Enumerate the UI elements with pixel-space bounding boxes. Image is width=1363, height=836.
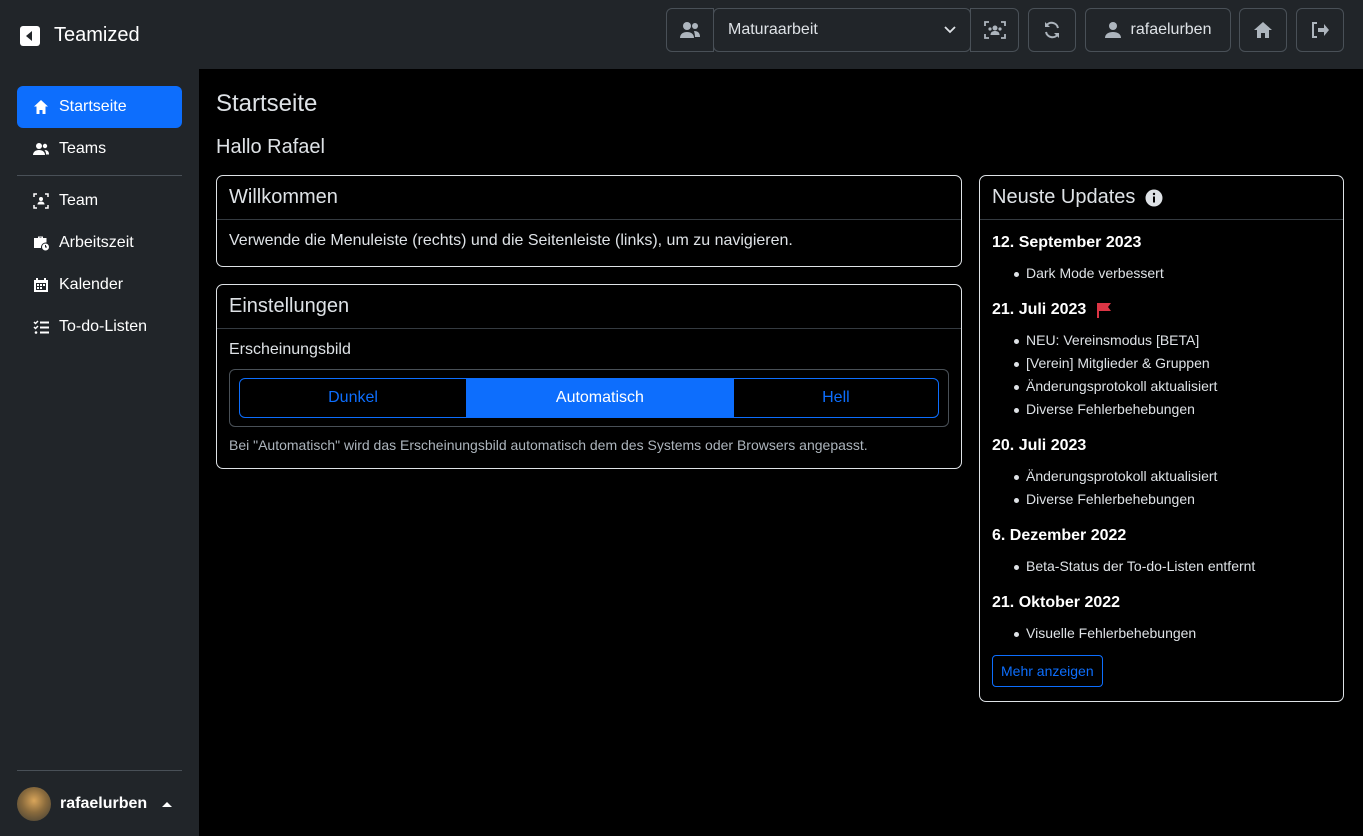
update-date: 21. Oktober 2022	[992, 594, 1121, 611]
update-list: Änderungsprotokoll aktualisiert Diverse …	[992, 465, 1331, 511]
top-header: Teamized Maturaarbeit rafaelurben	[0, 0, 1363, 69]
users-icon	[680, 22, 700, 38]
sidebar-divider	[17, 770, 182, 771]
update-list: Visuelle Fehlerbehebungen	[992, 622, 1331, 645]
sidebar-item-arbeitszeit[interactable]: Arbeitszeit	[17, 222, 182, 264]
sidebar-toggle-icon[interactable]	[20, 25, 40, 46]
list-check-icon	[33, 320, 49, 334]
team-select-value: Maturaarbeit	[728, 21, 818, 38]
team-overview-button[interactable]	[970, 8, 1019, 52]
team-select[interactable]: Maturaarbeit	[713, 8, 971, 52]
updates-card: Neuste Updates 12. September 2023 Dark M…	[979, 175, 1344, 702]
show-more-button[interactable]: Mehr anzeigen	[992, 655, 1103, 687]
appearance-hint: Bei "Automatisch" wird das Erscheinungsb…	[229, 437, 868, 453]
logout-button[interactable]	[1296, 8, 1344, 52]
welcome-card: Willkommen Verwende die Menuleiste (rech…	[216, 175, 962, 267]
sidebar-item-label: Arbeitszeit	[59, 234, 134, 251]
app-title: Teamized	[54, 24, 140, 46]
update-list: Dark Mode verbessert	[992, 262, 1331, 285]
welcome-card-title: Willkommen	[217, 176, 961, 220]
calendar-icon	[34, 278, 48, 292]
list-item: Diverse Fehlerbehebungen	[992, 488, 1331, 511]
avatar	[17, 787, 51, 821]
sidebar-divider	[17, 175, 182, 176]
list-item: NEU: Vereinsmodus [BETA]	[992, 329, 1331, 352]
flag-icon	[1097, 303, 1112, 318]
theme-auto-button[interactable]: Automatisch	[466, 379, 734, 417]
list-item: Änderungsprotokoll aktualisiert	[992, 465, 1331, 488]
list-item: Änderungsprotokoll aktualisiert	[992, 375, 1331, 398]
sidebar-item-label: To-do-Listen	[59, 318, 148, 335]
sidebar-item-todo[interactable]: To-do-Listen	[17, 306, 182, 348]
sidebar-username: rafaelurben	[60, 795, 148, 812]
sidebar-item-label: Kalender	[59, 276, 124, 293]
update-date: 21. Juli 2023	[992, 301, 1331, 319]
sidebar-item-team[interactable]: Team	[17, 180, 182, 222]
caret-up-icon	[162, 801, 173, 807]
refresh-icon	[1045, 21, 1059, 39]
sidebar-item-label: Teams	[59, 140, 107, 157]
appearance-selector: Dunkel Automatisch Hell	[229, 369, 949, 427]
greeting: Hallo Rafael	[216, 136, 325, 158]
update-list: Beta-Status der To-do-Listen entfernt	[992, 555, 1331, 578]
house-icon	[34, 100, 48, 114]
user-menu-button[interactable]: rafaelurben	[1085, 8, 1231, 52]
teams-button[interactable]	[666, 8, 714, 52]
sidebar-item-startseite[interactable]: Startseite	[17, 86, 182, 128]
settings-card-title: Einstellungen	[217, 285, 961, 329]
theme-dark-button[interactable]: Dunkel	[240, 379, 466, 417]
team-scan-icon	[983, 21, 1006, 39]
brand[interactable]: Teamized	[20, 24, 140, 47]
theme-light-button[interactable]: Hell	[734, 379, 938, 417]
update-date: 20. Juli 2023	[992, 437, 1087, 454]
list-item: [Verein] Mitglieder & Gruppen	[992, 352, 1331, 375]
sidebar-item-kalender[interactable]: Kalender	[17, 264, 182, 306]
user-icon	[1104, 22, 1121, 38]
list-item: Dark Mode verbessert	[992, 262, 1331, 285]
refresh-button[interactable]	[1028, 8, 1076, 52]
update-list: NEU: Vereinsmodus [BETA] [Verein] Mitgli…	[992, 329, 1331, 421]
header-username: rafaelurben	[1130, 21, 1212, 38]
page-title: Startseite	[216, 90, 318, 117]
business-time-icon	[34, 236, 49, 251]
appearance-label: Erscheinungsbild	[229, 341, 351, 358]
welcome-card-text: Verwende die Menuleiste (rechts) und die…	[229, 232, 793, 249]
sidebar-item-label: Startseite	[59, 98, 127, 115]
updates-card-header: Neuste Updates	[980, 176, 1343, 220]
list-item: Visuelle Fehlerbehebungen	[992, 622, 1331, 645]
sidebar-item-label: Team	[59, 192, 99, 209]
sidebar-user-menu[interactable]: rafaelurben	[17, 787, 173, 821]
users-icon	[33, 143, 49, 155]
sidebar: Startseite Teams Team Arbeitszeit Kalend…	[0, 69, 199, 836]
chevron-down-icon	[944, 26, 956, 34]
update-date: 6. Dezember 2022	[992, 527, 1127, 544]
info-icon[interactable]	[1145, 189, 1163, 207]
update-date: 12. September 2023	[992, 234, 1142, 251]
home-button[interactable]	[1239, 8, 1287, 52]
logout-icon	[1312, 22, 1329, 38]
list-item: Beta-Status der To-do-Listen entfernt	[992, 555, 1331, 578]
updates-card-title: Neuste Updates	[992, 186, 1136, 208]
house-icon	[1254, 22, 1272, 38]
settings-card: Einstellungen Erscheinungsbild Dunkel Au…	[216, 284, 962, 469]
sidebar-item-teams[interactable]: Teams	[17, 128, 182, 170]
list-item: Diverse Fehlerbehebungen	[992, 398, 1331, 421]
team-scan-icon	[33, 193, 49, 209]
